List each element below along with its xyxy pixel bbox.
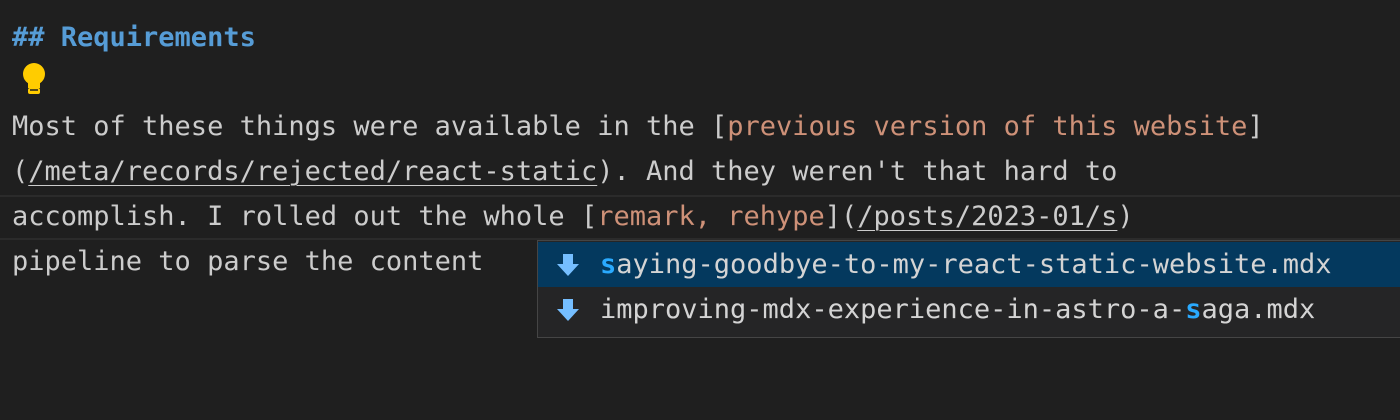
suggestion-label: improving-mdx-experience-in-astro-a-saga… xyxy=(600,287,1315,332)
paragraph-line-2: (/meta/records/rejected/react-static). A… xyxy=(12,149,1117,194)
link-text[interactable]: previous version of this website xyxy=(727,111,1247,142)
paragraph-line-4: pipeline to parse the content xyxy=(12,246,484,277)
suggestion-widget[interactable]: saying-goodbye-to-my-react-static-websit… xyxy=(537,240,1400,338)
label-rest: aga.mdx xyxy=(1201,294,1316,325)
markdown-heading: ## Requirements xyxy=(12,22,256,53)
paragraph-line-1: Most of these things were available in t… xyxy=(12,104,1264,149)
text-segment: ) xyxy=(1117,201,1134,232)
text-segment: ] xyxy=(1247,111,1264,142)
paragraph-line-3: accomplish. I rolled out the whole [rema… xyxy=(12,194,1134,239)
suggestion-item-selected[interactable]: saying-goodbye-to-my-react-static-websit… xyxy=(538,242,1400,287)
lightbulb-icon[interactable] xyxy=(20,62,48,96)
file-arrow-down-icon xyxy=(557,254,579,276)
text-segment: ]( xyxy=(824,201,858,232)
label-before: improving-mdx-experience-in-astro-a- xyxy=(600,294,1186,325)
file-arrow-down-icon xyxy=(557,299,579,321)
label-rest: aying-goodbye-to-my-react-static-website… xyxy=(616,249,1332,280)
link-url[interactable]: /meta/records/rejected/react-static xyxy=(28,156,597,187)
text-segment: Most of these things were available in t… xyxy=(12,111,728,142)
match-highlight: s xyxy=(600,249,617,280)
suggestion-label: saying-goodbye-to-my-react-static-websit… xyxy=(600,242,1332,287)
match-highlight: s xyxy=(1185,294,1202,325)
link-text[interactable]: remark, rehype xyxy=(597,201,825,232)
link-url[interactable]: /posts/2023-01/s xyxy=(857,201,1117,232)
text-segment: ). And they weren't that hard to xyxy=(597,156,1118,187)
suggestion-item[interactable]: improving-mdx-experience-in-astro-a-saga… xyxy=(538,287,1400,332)
text-segment: ( xyxy=(12,156,29,187)
text-segment: accomplish. I rolled out the whole [ xyxy=(12,201,598,232)
